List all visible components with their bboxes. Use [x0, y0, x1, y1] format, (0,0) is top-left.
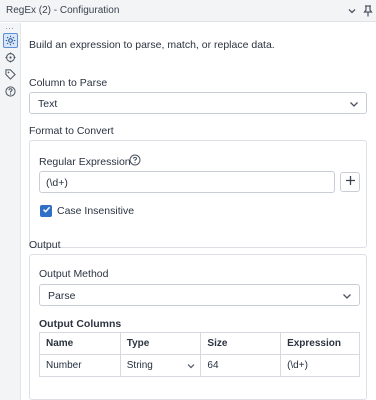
chevron-down-icon: [341, 290, 353, 302]
column-header-name: Name: [39, 332, 121, 355]
case-insensitive-label: Case Insensitive: [57, 205, 135, 217]
pin-icon[interactable]: [360, 3, 376, 19]
insert-token-button[interactable]: [340, 172, 360, 192]
chevron-down-icon: [186, 361, 196, 374]
output-group: Output Method Parse Output Columns Name …: [29, 254, 367, 400]
info-icon[interactable]: [129, 154, 141, 166]
plus-icon: [345, 175, 356, 189]
output-label: Output: [29, 239, 61, 251]
output-method-select[interactable]: Parse: [39, 284, 360, 306]
format-to-convert-label: Format to Convert: [29, 125, 114, 137]
help-icon[interactable]: [3, 84, 18, 99]
regular-expression-label: Regular Expression: [39, 156, 131, 168]
column-header-type: Type: [119, 332, 202, 355]
output-columns-label: Output Columns: [39, 318, 122, 330]
chevron-down-icon[interactable]: [344, 3, 360, 19]
table-header-row: Name Type Size Expression: [39, 332, 360, 355]
expression-cell: (\d+): [280, 354, 360, 377]
crosshair-icon[interactable]: [3, 50, 18, 65]
type-value: String: [126, 360, 153, 371]
tag-icon[interactable]: [3, 67, 18, 82]
window-title: RegEx (2) - Configuration: [6, 5, 120, 16]
configuration-sidebar: ···: [0, 23, 21, 400]
regular-expression-input[interactable]: (\d+): [39, 171, 335, 193]
output-method-label: Output Method: [39, 268, 109, 280]
regular-expression-value: (\d+): [46, 177, 68, 189]
output-method-value: Parse: [48, 290, 76, 302]
output-columns-table: Name Type Size Expression Number String …: [39, 332, 360, 377]
case-insensitive-checkbox[interactable]: [40, 205, 52, 217]
column-header-expression: Expression: [280, 332, 360, 355]
column-to-parse-value: Text: [38, 98, 58, 110]
gear-icon[interactable]: [3, 33, 18, 48]
format-to-convert-group: Regular Expression (\d+) Case Insensitiv…: [29, 140, 367, 248]
table-row: Number String 64 (\d+): [39, 354, 360, 377]
chevron-down-icon: [348, 98, 360, 110]
column-to-parse-select[interactable]: Text: [29, 92, 367, 114]
column-to-parse-label: Column to Parse: [29, 77, 108, 89]
tool-description: Build an expression to parse, match, or …: [29, 39, 275, 51]
check-icon: [42, 205, 51, 217]
type-cell[interactable]: String: [119, 354, 202, 377]
name-cell[interactable]: Number: [39, 354, 121, 377]
title-bar: RegEx (2) - Configuration: [0, 0, 376, 22]
configuration-panel: Build an expression to parse, match, or …: [21, 23, 376, 400]
drag-handle-icon[interactable]: ···: [5, 23, 14, 33]
size-cell[interactable]: 64: [200, 354, 282, 377]
column-header-size: Size: [200, 332, 282, 355]
